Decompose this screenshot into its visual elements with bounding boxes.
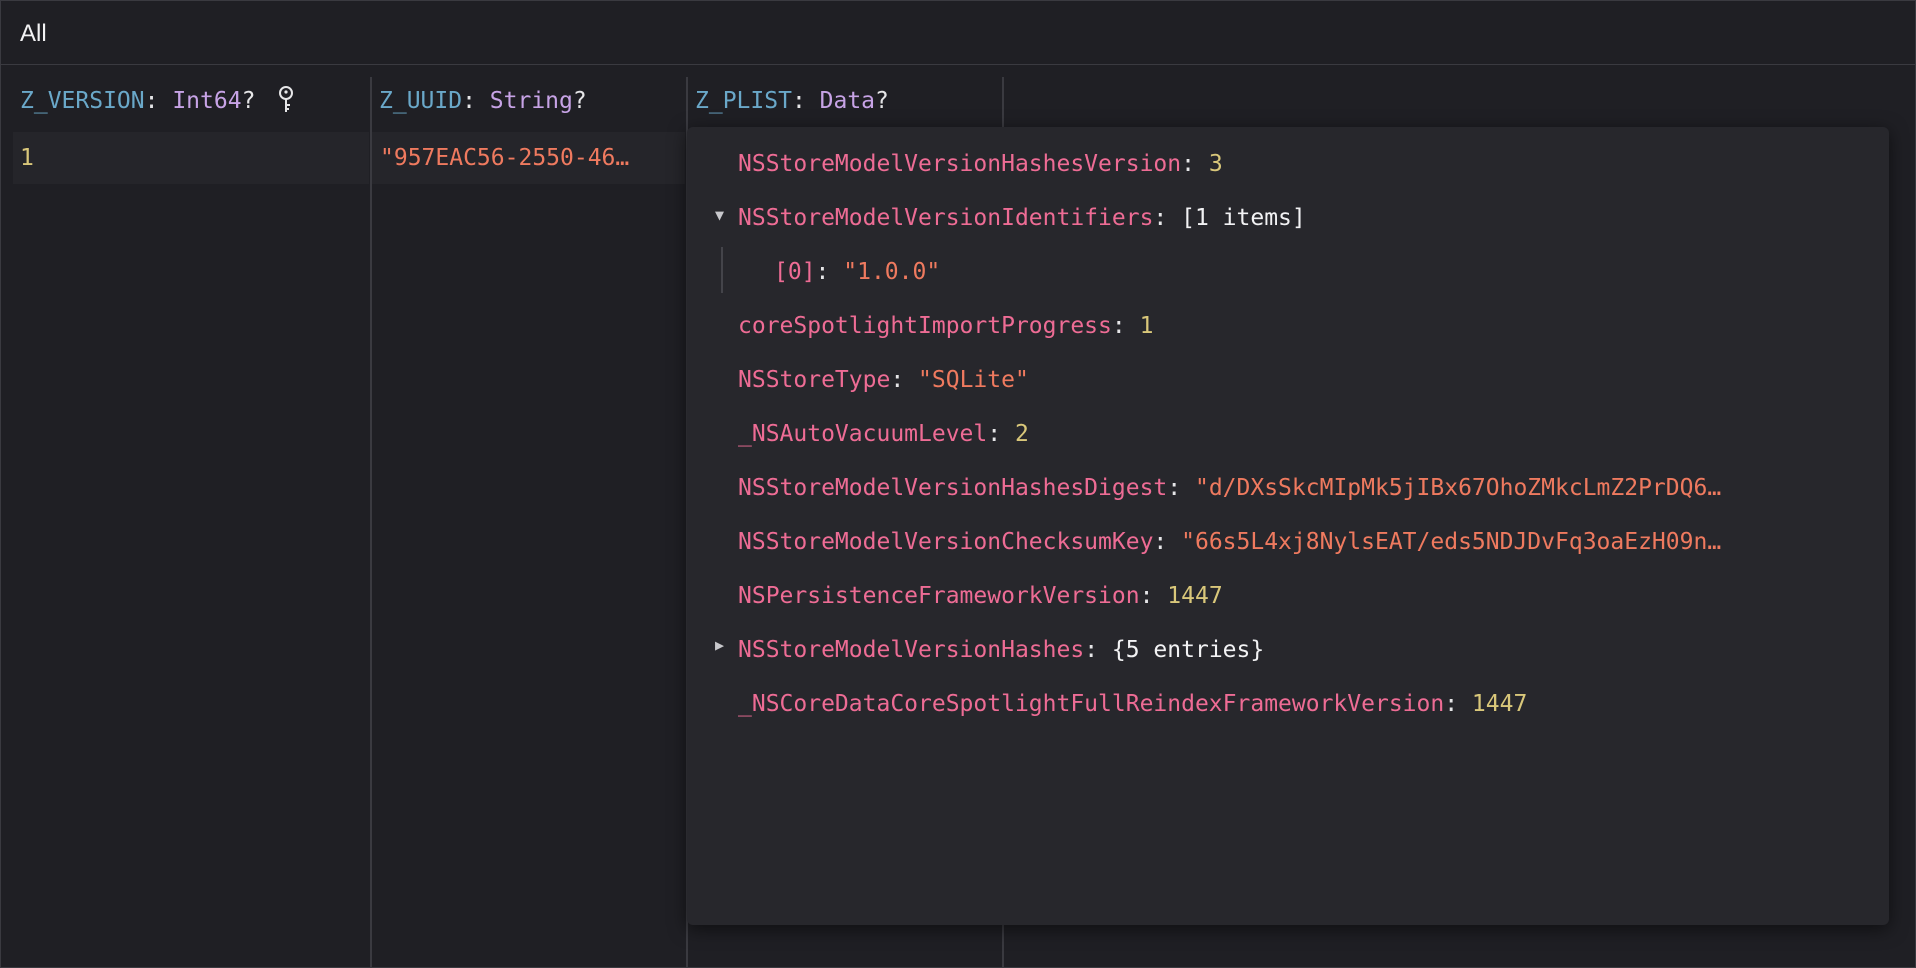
plist-value: 1447 [1167, 583, 1223, 609]
column-optional-marker: ? [875, 88, 889, 114]
plist-entry[interactable]: NSStoreModelVersionHashesDigest: "d/DXsS… [738, 471, 1868, 505]
plist-separator: : [1111, 313, 1140, 339]
database-viewer: All Z_VERSION: Int64? Z_UUID: String? Z_… [0, 0, 1916, 968]
plist-value: "d/DXsSkcMIpMk5jIBx67OhoZMkcLmZ2PrDQ6… [1194, 475, 1722, 501]
plist-separator: : [1444, 691, 1472, 717]
plist-key: NSStoreModelVersionHashesDigest [738, 475, 1168, 501]
plist-key: NSPersistenceFrameworkVersion [738, 583, 1140, 609]
column-type: Data [819, 88, 876, 114]
column-separator: : [791, 88, 820, 114]
plist-inspector-popover[interactable]: NSStoreModelVersionHashesVersion: 3 ▼ NS… [687, 127, 1889, 925]
column-name: Z_PLIST [695, 88, 792, 114]
plist-entry[interactable]: _NSAutoVacuumLevel: 2 [738, 417, 1868, 451]
plist-value: 1 [1139, 313, 1154, 339]
plist-separator: : [987, 421, 1015, 447]
plist-key: coreSpotlightImportProgress [738, 313, 1112, 339]
column-header-z-version[interactable]: Z_VERSION: Int64? [20, 85, 295, 116]
column-separator: : [462, 88, 490, 114]
plist-array-item[interactable]: [0]: "1.0.0" [774, 255, 1864, 289]
plist-entry[interactable]: NSStoreModelVersionIdentifiers: [1 items… [738, 201, 1868, 235]
plist-separator: : [1153, 205, 1182, 231]
cell-z-uuid[interactable]: "957EAC56-2550-46… [380, 142, 680, 174]
column-optional-marker: ? [241, 88, 256, 114]
plist-entry[interactable]: coreSpotlightImportProgress: 1 [738, 309, 1868, 343]
plist-value: 2 [1014, 421, 1029, 447]
plist-value: "1.0.0" [843, 259, 941, 285]
plist-key: NSStoreModelVersionIdentifiers [738, 205, 1154, 231]
plist-key: NSStoreType [738, 367, 891, 393]
plist-value: "66s5L4xj8NylsEAT/eds5NDJDvFq3oaEzH09n… [1181, 529, 1722, 555]
plist-separator: : [1084, 637, 1112, 663]
plist-key: NSStoreModelVersionHashes [738, 637, 1085, 663]
filter-all-label[interactable]: All [20, 20, 47, 48]
plist-key: _NSCoreDataCoreSpotlightFullReindexFrame… [738, 691, 1445, 717]
column-separator: : [144, 88, 173, 114]
plist-key: NSStoreModelVersionHashesVersion [738, 151, 1182, 177]
plist-separator: : [1167, 475, 1195, 501]
plist-value: "SQLite" [918, 367, 1029, 393]
column-type: String [489, 88, 573, 114]
plist-entry[interactable]: NSStoreModelVersionHashes: {5 entries} [738, 633, 1868, 667]
plist-separator: : [1153, 529, 1182, 555]
disclosure-triangle-down-icon[interactable]: ▼ [715, 205, 724, 225]
indent-guide [721, 247, 723, 293]
key-icon [279, 85, 294, 112]
plist-entry[interactable]: NSStoreModelVersionHashesVersion: 3 [738, 147, 1868, 181]
plist-entry[interactable]: NSPersistenceFrameworkVersion: 1447 [738, 579, 1868, 613]
column-type: Int64 [172, 88, 242, 114]
plist-value: 1447 [1471, 691, 1528, 717]
plist-entry[interactable]: _NSCoreDataCoreSpotlightFullReindexFrame… [738, 687, 1868, 721]
plist-value: 3 [1208, 151, 1223, 177]
filter-bar: All [1, 1, 1915, 65]
plist-entry[interactable]: NSStoreType: "SQLite" [738, 363, 1868, 397]
plist-key: _NSAutoVacuumLevel [738, 421, 988, 447]
column-header-z-plist[interactable]: Z_PLIST: Data? [695, 86, 889, 116]
column-header-z-uuid[interactable]: Z_UUID: String? [379, 86, 587, 116]
column-divider[interactable] [370, 77, 372, 968]
plist-separator: : [1139, 583, 1168, 609]
column-optional-marker: ? [572, 88, 587, 114]
disclosure-triangle-right-icon[interactable]: ▶ [715, 635, 724, 655]
cell-z-version[interactable]: 1 [20, 142, 360, 174]
plist-separator: : [890, 367, 919, 393]
plist-key: NSStoreModelVersionChecksumKey [738, 529, 1154, 555]
plist-value: [1 items] [1181, 205, 1306, 231]
plist-key: [0] [774, 259, 816, 285]
column-name: Z_VERSION [20, 88, 145, 114]
plist-separator: : [815, 259, 844, 285]
plist-value: {5 entries} [1111, 637, 1265, 663]
column-name: Z_UUID [379, 88, 463, 114]
plist-entry[interactable]: NSStoreModelVersionChecksumKey: "66s5L4x… [738, 525, 1868, 559]
plist-separator: : [1181, 151, 1209, 177]
